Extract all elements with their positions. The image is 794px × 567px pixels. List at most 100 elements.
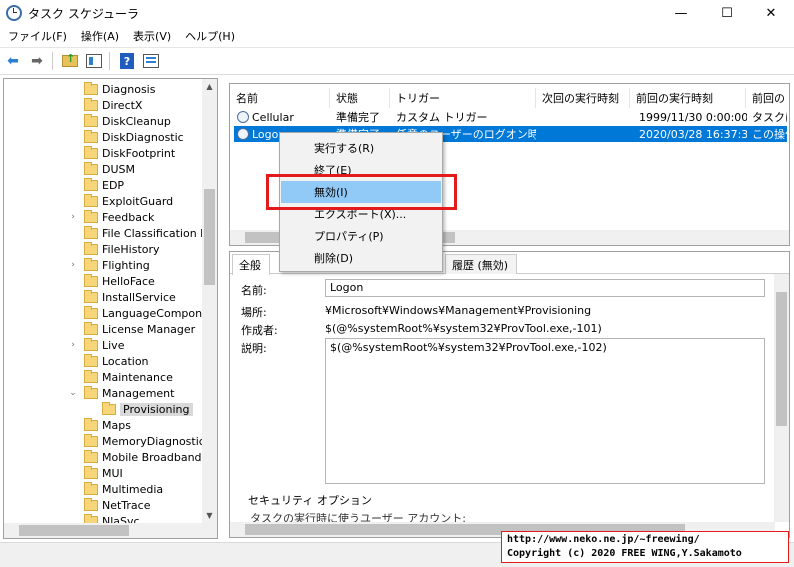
tree-item[interactable]: ExploitGuard xyxy=(4,193,173,209)
watermark-copyright: Copyright (c) 2020 FREE WING,Y.Sakamoto xyxy=(507,548,742,559)
tree-hscroll[interactable] xyxy=(4,523,217,538)
help-button[interactable]: ? xyxy=(116,50,138,72)
tree-item[interactable]: DiskCleanup xyxy=(4,113,171,129)
tree-item[interactable]: MUI xyxy=(4,465,123,481)
scroll-down-icon[interactable]: ▼ xyxy=(202,508,217,523)
menu-item-properties[interactable]: プロパティ(P) xyxy=(281,225,441,247)
folder-icon xyxy=(84,193,98,207)
column-status[interactable]: 状態 xyxy=(330,88,390,108)
chevron-right-icon[interactable]: › xyxy=(68,212,78,222)
task-last-run: 1999/11/30 0:00:00 xyxy=(639,110,747,124)
tree-item[interactable]: Location xyxy=(4,353,149,369)
toolbar: ⬅ ➡ ? xyxy=(0,47,794,75)
location-label: 場所: xyxy=(241,306,267,319)
tree-item[interactable]: InstallService xyxy=(4,289,176,305)
column-trigger[interactable]: トリガー xyxy=(390,88,536,108)
tree-item[interactable]: MemoryDiagnostic xyxy=(4,433,205,449)
tree-item[interactable]: Multimedia xyxy=(4,481,163,497)
menu-bar: ファイル(F) 操作(A) 表示(V) ヘルプ(H) xyxy=(0,26,794,46)
tree-item[interactable]: ⌄ Management xyxy=(4,385,174,401)
scroll-thumb[interactable] xyxy=(204,189,215,285)
tree-item-label: DiskDiagnostic xyxy=(102,130,184,144)
tree-item[interactable]: Mobile Broadband A xyxy=(4,449,213,465)
tree-item[interactable]: DiskDiagnostic xyxy=(4,129,184,145)
tree-item[interactable]: Maps xyxy=(4,417,131,433)
security-options-label: セキュリティ オプション xyxy=(246,492,374,508)
tree-item-label: Provisioning xyxy=(120,402,193,416)
tree-item[interactable]: License Manager xyxy=(4,321,195,337)
chevron-down-icon[interactable]: ⌄ xyxy=(68,388,78,398)
tree-item[interactable]: Diagnosis xyxy=(4,81,155,97)
task-last-run: 2020/03/28 16:37:37 xyxy=(639,127,747,141)
menu-file[interactable]: ファイル(F) xyxy=(2,28,73,44)
scroll-thumb[interactable] xyxy=(19,525,129,536)
tree-item[interactable]: HelloFace xyxy=(4,273,155,289)
tree-vscroll[interactable]: ▲ ▼ xyxy=(202,79,217,523)
column-name[interactable]: 名前 xyxy=(230,88,330,108)
action-pane-button[interactable] xyxy=(140,50,162,72)
tree-item-label: DirectX xyxy=(102,98,143,112)
tab-history[interactable]: 履歴 (無効) xyxy=(445,254,517,274)
tree-item[interactable]: EDP xyxy=(4,177,124,193)
tree-item-label: License Manager xyxy=(102,322,196,336)
column-last-result[interactable]: 前回の xyxy=(746,88,789,108)
tree-item-label: File Classification I xyxy=(102,226,204,240)
menu-view[interactable]: 表示(V) xyxy=(127,28,177,44)
library-tree[interactable]: Diagnosis DirectX DiskCleanup DiskDiagnosti… xyxy=(3,78,218,539)
tree-item-label: Feedback xyxy=(102,210,155,224)
folder-icon xyxy=(84,257,98,271)
toolbar-separator xyxy=(109,52,110,70)
close-button[interactable]: ✕ xyxy=(748,0,794,26)
task-row[interactable]: Cellular 準備完了 カスタム トリガー 1999/11/30 0:00:… xyxy=(234,109,787,125)
minimize-button[interactable]: — xyxy=(658,0,704,26)
tree-item[interactable]: Provisioning xyxy=(4,401,193,417)
show-hide-pane-button[interactable] xyxy=(83,50,105,72)
menu-help[interactable]: ヘルプ(H) xyxy=(179,28,241,44)
tree-item[interactable]: NetTrace xyxy=(4,497,151,513)
menu-item-delete[interactable]: 削除(D) xyxy=(281,247,441,269)
tree-item[interactable]: Maintenance xyxy=(4,369,173,385)
tree-item[interactable]: › Feedback xyxy=(4,209,154,225)
folder-icon xyxy=(84,465,98,479)
maximize-button[interactable]: ☐ xyxy=(704,0,750,26)
chevron-right-icon[interactable]: › xyxy=(68,340,78,350)
task-clock-icon xyxy=(237,128,249,140)
scroll-thumb[interactable] xyxy=(776,292,787,426)
tree-item-label: MUI xyxy=(102,466,123,480)
tree-item[interactable]: DiskFootprint xyxy=(4,145,175,161)
tree-item-label: Flighting xyxy=(102,258,150,272)
description-field[interactable]: $(@%systemRoot%¥system32¥ProvTool.exe,-1… xyxy=(325,338,765,484)
column-last-run[interactable]: 前回の実行時刻 xyxy=(630,88,746,108)
tree-item-label: DUSM xyxy=(102,162,135,176)
tree-item-label: Multimedia xyxy=(102,482,164,496)
tree-item[interactable]: DUSM xyxy=(4,161,135,177)
chevron-right-icon[interactable]: › xyxy=(68,260,78,270)
tree-item[interactable]: › Flighting xyxy=(4,257,150,273)
task-name: Cellular xyxy=(252,110,294,124)
tree-item[interactable]: DirectX xyxy=(4,97,142,113)
folder-icon xyxy=(84,225,98,239)
back-arrow-icon[interactable]: ⬅ xyxy=(2,50,24,72)
task-status: 準備完了 xyxy=(336,111,380,124)
tree-item[interactable]: LanguageComponen xyxy=(4,305,216,321)
column-next-run[interactable]: 次回の実行時刻 xyxy=(536,88,630,108)
folder-icon xyxy=(84,385,98,399)
folder-up-icon xyxy=(62,52,78,67)
name-field[interactable]: Logon xyxy=(325,279,765,297)
tree-item[interactable]: › Live xyxy=(4,337,124,353)
folder-up-button[interactable] xyxy=(59,50,81,72)
forward-arrow-icon[interactable]: ➡ xyxy=(26,50,48,72)
tree-item-label: MemoryDiagnostic xyxy=(102,434,205,448)
detail-vscroll[interactable] xyxy=(774,274,789,522)
scroll-up-icon[interactable]: ▲ xyxy=(202,79,217,94)
tree-item[interactable]: FileHistory xyxy=(4,241,160,257)
tree-item[interactable]: File Classification I xyxy=(4,225,203,241)
task-last-result: この操作 xyxy=(752,128,787,141)
menu-item-run[interactable]: 実行する(R) xyxy=(281,137,441,159)
tab-general[interactable]: 全般 xyxy=(232,254,270,275)
task-trigger: カスタム トリガー xyxy=(396,111,488,124)
folder-icon xyxy=(84,241,98,255)
menu-action[interactable]: 操作(A) xyxy=(75,28,125,44)
tree-item-label: Management xyxy=(102,386,175,400)
tree-item-label: ExploitGuard xyxy=(102,194,174,208)
